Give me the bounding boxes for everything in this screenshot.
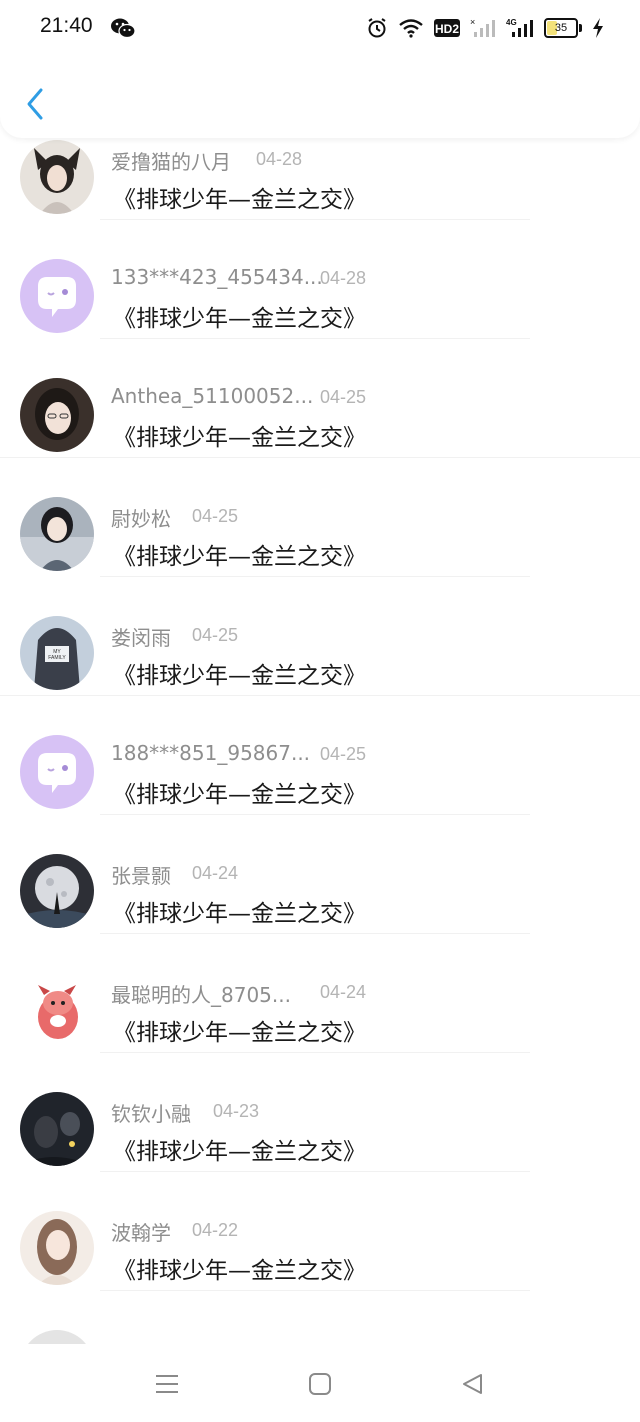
avatar[interactable] <box>20 735 94 809</box>
comment-author[interactable]: 尉妙松 <box>111 503 171 532</box>
avatar-photo: MY FAMILY <box>20 616 94 690</box>
list-item[interactable]: 133***423_455434... 04-28 《排球少年—金兰之交》 <box>0 219 640 339</box>
chat-bubble-icon <box>20 259 94 333</box>
comment-date: 04-24 <box>320 982 367 1002</box>
avatar-photo <box>20 854 94 928</box>
list-item[interactable]: 张景颢 04-24 《排球少年—金兰之交》 <box>0 814 640 934</box>
avatar[interactable] <box>20 259 94 333</box>
avatar[interactable] <box>20 1092 94 1166</box>
battery-icon: 35 <box>544 18 578 38</box>
comment-author[interactable]: 娄闵雨 <box>111 622 171 651</box>
svg-text:HD2: HD2 <box>435 22 459 36</box>
avatar[interactable] <box>20 140 94 214</box>
avatar[interactable] <box>20 973 94 1047</box>
list-item[interactable]: 波翰学 04-22 《排球少年—金兰之交》 <box>0 1171 640 1291</box>
back-button[interactable] <box>18 84 52 124</box>
navigation-bar <box>0 1344 640 1422</box>
comment-date: 04-28 <box>320 268 367 288</box>
comment-content: 《排球少年—金兰之交》 <box>113 1139 366 1165</box>
wechat-icon <box>111 18 136 39</box>
avatar-photo <box>20 378 94 452</box>
menu-button[interactable] <box>151 1368 183 1400</box>
status-time: 21:40 <box>40 14 93 37</box>
avatar[interactable] <box>20 378 94 452</box>
comment-date: 04-22 <box>192 1220 239 1240</box>
home-button[interactable] <box>304 1368 336 1400</box>
comment-date: 04-25 <box>192 506 239 526</box>
list-item[interactable]: Anthea_51100052... 04-25 《排球少年—金兰之交》 <box>0 338 640 458</box>
alarm-icon <box>368 18 386 38</box>
list-item[interactable]: 最聪明的人_8705... 04-24 《排球少年—金兰之交》 <box>0 933 640 1053</box>
comment-content: 《排球少年—金兰之交》 <box>113 306 366 332</box>
list-item[interactable]: 尉妙松 04-25 《排球少年—金兰之交》 <box>0 457 640 577</box>
avatar[interactable]: MY FAMILY <box>20 616 94 690</box>
cellular-signal-icon: 4G <box>506 18 533 37</box>
chat-bubble-icon <box>20 735 94 809</box>
hd-icon: HD2 <box>434 19 460 37</box>
status-bar: 21:40 HD2 × 4G 35 <box>0 0 640 56</box>
status-icons: HD2 × 4G 35 <box>366 14 604 42</box>
avatar[interactable] <box>20 1211 94 1285</box>
avatar-photo <box>20 1092 94 1166</box>
comment-date: 04-23 <box>213 1101 260 1121</box>
charging-icon <box>593 18 603 38</box>
svg-text:FAMILY: FAMILY <box>48 655 66 661</box>
comment-date: 04-25 <box>320 744 367 764</box>
comment-author[interactable]: 133***423_455434... <box>111 265 323 289</box>
comment-author[interactable]: 张景颢 <box>111 860 171 889</box>
comment-author[interactable]: 钦钦小融 <box>111 1098 191 1127</box>
list-item[interactable]: 钦钦小融 04-23 《排球少年—金兰之交》 <box>0 1052 640 1172</box>
comment-content: 《排球少年—金兰之交》 <box>113 544 366 570</box>
home-square-icon <box>309 1373 331 1395</box>
comment-content: 《排球少年—金兰之交》 <box>113 782 366 808</box>
battery-percent: 35 <box>554 22 568 34</box>
list-item[interactable]: 188***851_95867... 04-25 《排球少年—金兰之交》 <box>0 695 640 815</box>
comment-content: 《排球少年—金兰之交》 <box>113 187 366 213</box>
list-item[interactable]: MY FAMILY 娄闵雨 04-25 《排球少年—金兰之交》 <box>0 576 640 696</box>
comment-content: 《排球少年—金兰之交》 <box>113 425 366 451</box>
avatar-photo <box>20 140 94 214</box>
avatar[interactable] <box>20 497 94 571</box>
comment-content: 《排球少年—金兰之交》 <box>113 901 366 927</box>
avatar[interactable] <box>20 854 94 928</box>
wifi-icon <box>399 19 423 38</box>
svg-text:4G: 4G <box>506 18 517 27</box>
comment-date: 04-25 <box>192 625 239 645</box>
battery-tip <box>579 24 582 32</box>
menu-icon <box>156 1375 178 1393</box>
comment-content: 《排球少年—金兰之交》 <box>113 663 366 689</box>
comment-author[interactable]: 爱撸猫的八月 <box>111 146 231 175</box>
comment-date: 04-24 <box>192 863 239 883</box>
avatar-cartoon <box>20 973 94 1047</box>
comment-content: 《排球少年—金兰之交》 <box>113 1258 366 1284</box>
comment-author[interactable]: 188***851_95867... <box>111 741 310 765</box>
comment-author[interactable]: 波翰学 <box>111 1217 171 1246</box>
avatar-photo <box>20 1211 94 1285</box>
comment-author[interactable]: 最聪明的人_8705... <box>111 979 291 1008</box>
avatar-photo <box>20 497 94 571</box>
back-triangle-icon <box>463 1374 482 1394</box>
comment-date: 04-28 <box>256 149 303 169</box>
no-signal-icon: × <box>470 17 495 37</box>
comment-date: 04-25 <box>320 387 367 407</box>
comment-author[interactable]: Anthea_51100052... <box>111 384 313 408</box>
comment-content: 《排球少年—金兰之交》 <box>113 1020 366 1046</box>
svg-text:×: × <box>470 17 475 27</box>
back-nav-button[interactable] <box>456 1368 488 1400</box>
chevron-left-icon <box>27 88 43 120</box>
